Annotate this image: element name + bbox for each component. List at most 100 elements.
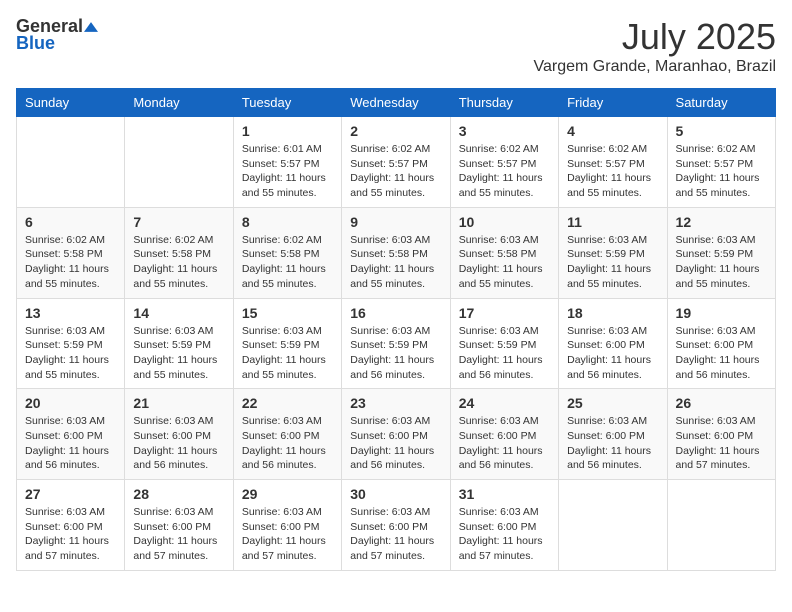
day-number: 6 [25, 214, 116, 230]
day-number: 4 [567, 123, 658, 139]
day-info: Sunrise: 6:03 AM Sunset: 6:00 PM Dayligh… [133, 414, 224, 473]
calendar-day-cell: 9 Sunrise: 6:03 AM Sunset: 5:58 PM Daylig… [342, 207, 450, 298]
day-info: Sunrise: 6:03 AM Sunset: 6:00 PM Dayligh… [567, 324, 658, 383]
calendar-day-cell: 13 Sunrise: 6:03 AM Sunset: 5:59 PM Dayli… [17, 298, 125, 389]
day-info: Sunrise: 6:03 AM Sunset: 5:59 PM Dayligh… [133, 324, 224, 383]
day-number: 31 [459, 486, 550, 502]
day-number: 7 [133, 214, 224, 230]
day-info: Sunrise: 6:03 AM Sunset: 6:00 PM Dayligh… [350, 505, 441, 564]
day-number: 26 [676, 395, 767, 411]
day-info: Sunrise: 6:03 AM Sunset: 6:00 PM Dayligh… [567, 414, 658, 473]
day-number: 10 [459, 214, 550, 230]
day-info: Sunrise: 6:03 AM Sunset: 5:59 PM Dayligh… [567, 233, 658, 292]
day-number: 22 [242, 395, 333, 411]
day-number: 11 [567, 214, 658, 230]
calendar-day-header: Monday [125, 89, 233, 117]
calendar-day-cell: 2 Sunrise: 6:02 AM Sunset: 5:57 PM Daylig… [342, 117, 450, 208]
calendar-day-cell [17, 117, 125, 208]
calendar-day-cell: 19Sunrise: 6:03 AM Sunset: 6:00 PM Dayli… [667, 298, 775, 389]
calendar-day-cell: 3Sunrise: 6:02 AM Sunset: 5:57 PM Daylig… [450, 117, 558, 208]
calendar-day-cell: 30 Sunrise: 6:03 AM Sunset: 6:00 PM Dayli… [342, 480, 450, 571]
calendar-day-cell: 27 Sunrise: 6:03 AM Sunset: 6:00 PM Dayli… [17, 480, 125, 571]
day-number: 1 [242, 123, 333, 139]
calendar-table: SundayMondayTuesdayWednesdayThursdayFrid… [16, 88, 776, 571]
calendar-day-cell: 4 Sunrise: 6:02 AM Sunset: 5:57 PM Daylig… [559, 117, 667, 208]
calendar-day-cell: 1 Sunrise: 6:01 AM Sunset: 5:57 PM Daylig… [233, 117, 341, 208]
calendar-day-cell: 31 Sunrise: 6:03 AM Sunset: 6:00 PM Dayli… [450, 480, 558, 571]
day-number: 19 [676, 305, 767, 321]
day-info: Sunrise: 6:03 AM Sunset: 6:00 PM Dayligh… [25, 505, 116, 564]
day-info: Sunrise: 6:02 AM Sunset: 5:58 PM Dayligh… [133, 233, 224, 292]
day-info: Sunrise: 6:02 AM Sunset: 5:57 PM Dayligh… [676, 142, 767, 201]
day-info: Sunrise: 6:03 AM Sunset: 5:59 PM Dayligh… [25, 324, 116, 383]
day-info: Sunrise: 6:03 AM Sunset: 5:59 PM Dayligh… [459, 324, 550, 383]
calendar-day-cell: 8 Sunrise: 6:02 AM Sunset: 5:58 PM Daylig… [233, 207, 341, 298]
day-number: 24 [459, 395, 550, 411]
day-info: Sunrise: 6:03 AM Sunset: 6:00 PM Dayligh… [242, 505, 333, 564]
calendar-day-cell: 6 Sunrise: 6:02 AM Sunset: 5:58 PM Daylig… [17, 207, 125, 298]
calendar-day-header: Saturday [667, 89, 775, 117]
day-info: Sunrise: 6:03 AM Sunset: 5:59 PM Dayligh… [350, 324, 441, 383]
day-number: 5 [676, 123, 767, 139]
day-info: Sunrise: 6:02 AM Sunset: 5:58 PM Dayligh… [242, 233, 333, 292]
day-number: 27 [25, 486, 116, 502]
day-number: 23 [350, 395, 441, 411]
day-number: 30 [350, 486, 441, 502]
day-number: 12 [676, 214, 767, 230]
day-info: Sunrise: 6:03 AM Sunset: 6:00 PM Dayligh… [133, 505, 224, 564]
logo: General Blue [16, 16, 98, 54]
calendar-day-cell: 28 Sunrise: 6:03 AM Sunset: 6:00 PM Dayli… [125, 480, 233, 571]
day-number: 13 [25, 305, 116, 321]
calendar-week-row: 1 Sunrise: 6:01 AM Sunset: 5:57 PM Daylig… [17, 117, 776, 208]
calendar-week-row: 27 Sunrise: 6:03 AM Sunset: 6:00 PM Dayli… [17, 480, 776, 571]
calendar-day-cell: 18 Sunrise: 6:03 AM Sunset: 6:00 PM Dayli… [559, 298, 667, 389]
day-info: Sunrise: 6:02 AM Sunset: 5:57 PM Dayligh… [350, 142, 441, 201]
day-info: Sunrise: 6:01 AM Sunset: 5:57 PM Dayligh… [242, 142, 333, 201]
day-info: Sunrise: 6:03 AM Sunset: 6:00 PM Dayligh… [459, 414, 550, 473]
day-info: Sunrise: 6:03 AM Sunset: 6:00 PM Dayligh… [676, 414, 767, 473]
day-info: Sunrise: 6:02 AM Sunset: 5:58 PM Dayligh… [25, 233, 116, 292]
day-info: Sunrise: 6:03 AM Sunset: 5:59 PM Dayligh… [676, 233, 767, 292]
day-info: Sunrise: 6:03 AM Sunset: 6:00 PM Dayligh… [25, 414, 116, 473]
calendar-week-row: 6 Sunrise: 6:02 AM Sunset: 5:58 PM Daylig… [17, 207, 776, 298]
title-block: July 2025 Vargem Grande, Maranhao, Brazi… [534, 16, 776, 76]
day-number: 25 [567, 395, 658, 411]
calendar-day-cell: 22 Sunrise: 6:03 AM Sunset: 6:00 PM Dayli… [233, 389, 341, 480]
calendar-day-cell: 11 Sunrise: 6:03 AM Sunset: 5:59 PM Dayli… [559, 207, 667, 298]
day-number: 20 [25, 395, 116, 411]
day-number: 2 [350, 123, 441, 139]
calendar-header-row: SundayMondayTuesdayWednesdayThursdayFrid… [17, 89, 776, 117]
calendar-day-cell: 10Sunrise: 6:03 AM Sunset: 5:58 PM Dayli… [450, 207, 558, 298]
calendar-day-cell: 23Sunrise: 6:03 AM Sunset: 6:00 PM Dayli… [342, 389, 450, 480]
calendar-day-cell: 15Sunrise: 6:03 AM Sunset: 5:59 PM Dayli… [233, 298, 341, 389]
day-number: 9 [350, 214, 441, 230]
logo-blue: Blue [16, 33, 55, 54]
calendar-day-cell: 29 Sunrise: 6:03 AM Sunset: 6:00 PM Dayli… [233, 480, 341, 571]
day-number: 8 [242, 214, 333, 230]
day-info: Sunrise: 6:02 AM Sunset: 5:57 PM Dayligh… [567, 142, 658, 201]
day-info: Sunrise: 6:03 AM Sunset: 5:58 PM Dayligh… [350, 233, 441, 292]
calendar-day-cell [559, 480, 667, 571]
day-number: 21 [133, 395, 224, 411]
calendar-day-header: Wednesday [342, 89, 450, 117]
day-info: Sunrise: 6:03 AM Sunset: 6:00 PM Dayligh… [242, 414, 333, 473]
day-number: 16 [350, 305, 441, 321]
logo-icon [84, 20, 98, 34]
calendar-day-header: Tuesday [233, 89, 341, 117]
day-number: 14 [133, 305, 224, 321]
day-number: 28 [133, 486, 224, 502]
day-number: 29 [242, 486, 333, 502]
calendar-day-cell: 17 Sunrise: 6:03 AM Sunset: 5:59 PM Dayli… [450, 298, 558, 389]
day-info: Sunrise: 6:03 AM Sunset: 6:00 PM Dayligh… [459, 505, 550, 564]
page-header: General Blue July 2025 Vargem Grande, Ma… [16, 16, 776, 76]
calendar-day-cell: 16 Sunrise: 6:03 AM Sunset: 5:59 PM Dayli… [342, 298, 450, 389]
day-info: Sunrise: 6:03 AM Sunset: 5:59 PM Dayligh… [242, 324, 333, 383]
calendar-day-cell: 7 Sunrise: 6:02 AM Sunset: 5:58 PM Daylig… [125, 207, 233, 298]
calendar-day-cell: 26 Sunrise: 6:03 AM Sunset: 6:00 PM Dayli… [667, 389, 775, 480]
calendar-week-row: 20 Sunrise: 6:03 AM Sunset: 6:00 PM Dayli… [17, 389, 776, 480]
calendar-day-cell: 21 Sunrise: 6:03 AM Sunset: 6:00 PM Dayli… [125, 389, 233, 480]
calendar-day-cell: 25 Sunrise: 6:03 AM Sunset: 6:00 PM Dayli… [559, 389, 667, 480]
day-number: 17 [459, 305, 550, 321]
calendar-day-cell: 24 Sunrise: 6:03 AM Sunset: 6:00 PM Dayli… [450, 389, 558, 480]
day-number: 18 [567, 305, 658, 321]
